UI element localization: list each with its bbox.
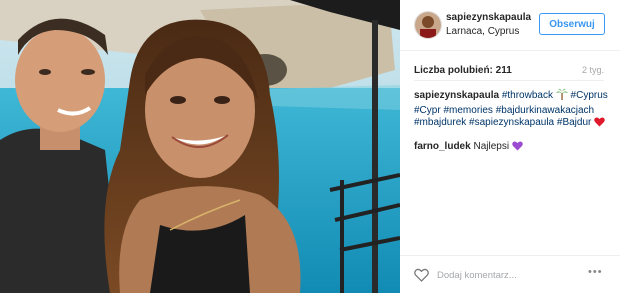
- comment-input[interactable]: Dodaj komentarz...: [437, 270, 517, 281]
- likes-count[interactable]: Liczba polubień: 211: [414, 65, 512, 76]
- instagram-post: sapiezynskapaula Larnaca, Cyprus Obserwu…: [0, 0, 620, 293]
- hashtag-link[interactable]: #Cyprus: [571, 90, 608, 101]
- hashtag-link[interactable]: #mbajdurek: [414, 117, 466, 128]
- caption-username[interactable]: sapiezynskapaula: [414, 90, 499, 101]
- hashtag-link[interactable]: #Bajdur: [557, 117, 591, 128]
- post-photo[interactable]: [0, 0, 400, 293]
- post-sidebar: sapiezynskapaula Larnaca, Cyprus Obserwu…: [400, 0, 620, 293]
- avatar[interactable]: [414, 11, 442, 39]
- hashtag-link[interactable]: #sapiezynskapaula: [469, 117, 554, 128]
- hashtag-link[interactable]: #bajdurkinawakacjach: [496, 105, 594, 116]
- divider: [414, 80, 604, 81]
- hashtag-link[interactable]: #throwback: [502, 90, 553, 101]
- hashtag-link[interactable]: #Cypr: [414, 105, 441, 116]
- follow-button[interactable]: Obserwuj: [539, 13, 605, 35]
- hashtag-link[interactable]: #memories: [443, 105, 492, 116]
- more-options-icon[interactable]: •••: [588, 266, 603, 278]
- like-icon[interactable]: [414, 268, 429, 287]
- palm-tree-icon: [555, 88, 568, 105]
- comment-username[interactable]: farno_ludek: [414, 141, 471, 152]
- post-actions: Dodaj komentarz... •••: [400, 255, 620, 294]
- location-link[interactable]: Larnaca, Cyprus: [446, 26, 519, 37]
- post-header: sapiezynskapaula Larnaca, Cyprus Obserwu…: [400, 0, 620, 51]
- purple-heart-icon: [512, 141, 523, 154]
- comment-row: farno_ludek Najlepsi: [414, 141, 610, 154]
- red-heart-icon: [594, 117, 605, 132]
- username-link[interactable]: sapiezynskapaula: [446, 12, 531, 23]
- post-caption: sapiezynskapaula #throwback #Cyprus #Cyp…: [414, 88, 610, 132]
- post-time[interactable]: 2 tyg.: [582, 65, 604, 75]
- comment-text: Najlepsi: [473, 141, 510, 152]
